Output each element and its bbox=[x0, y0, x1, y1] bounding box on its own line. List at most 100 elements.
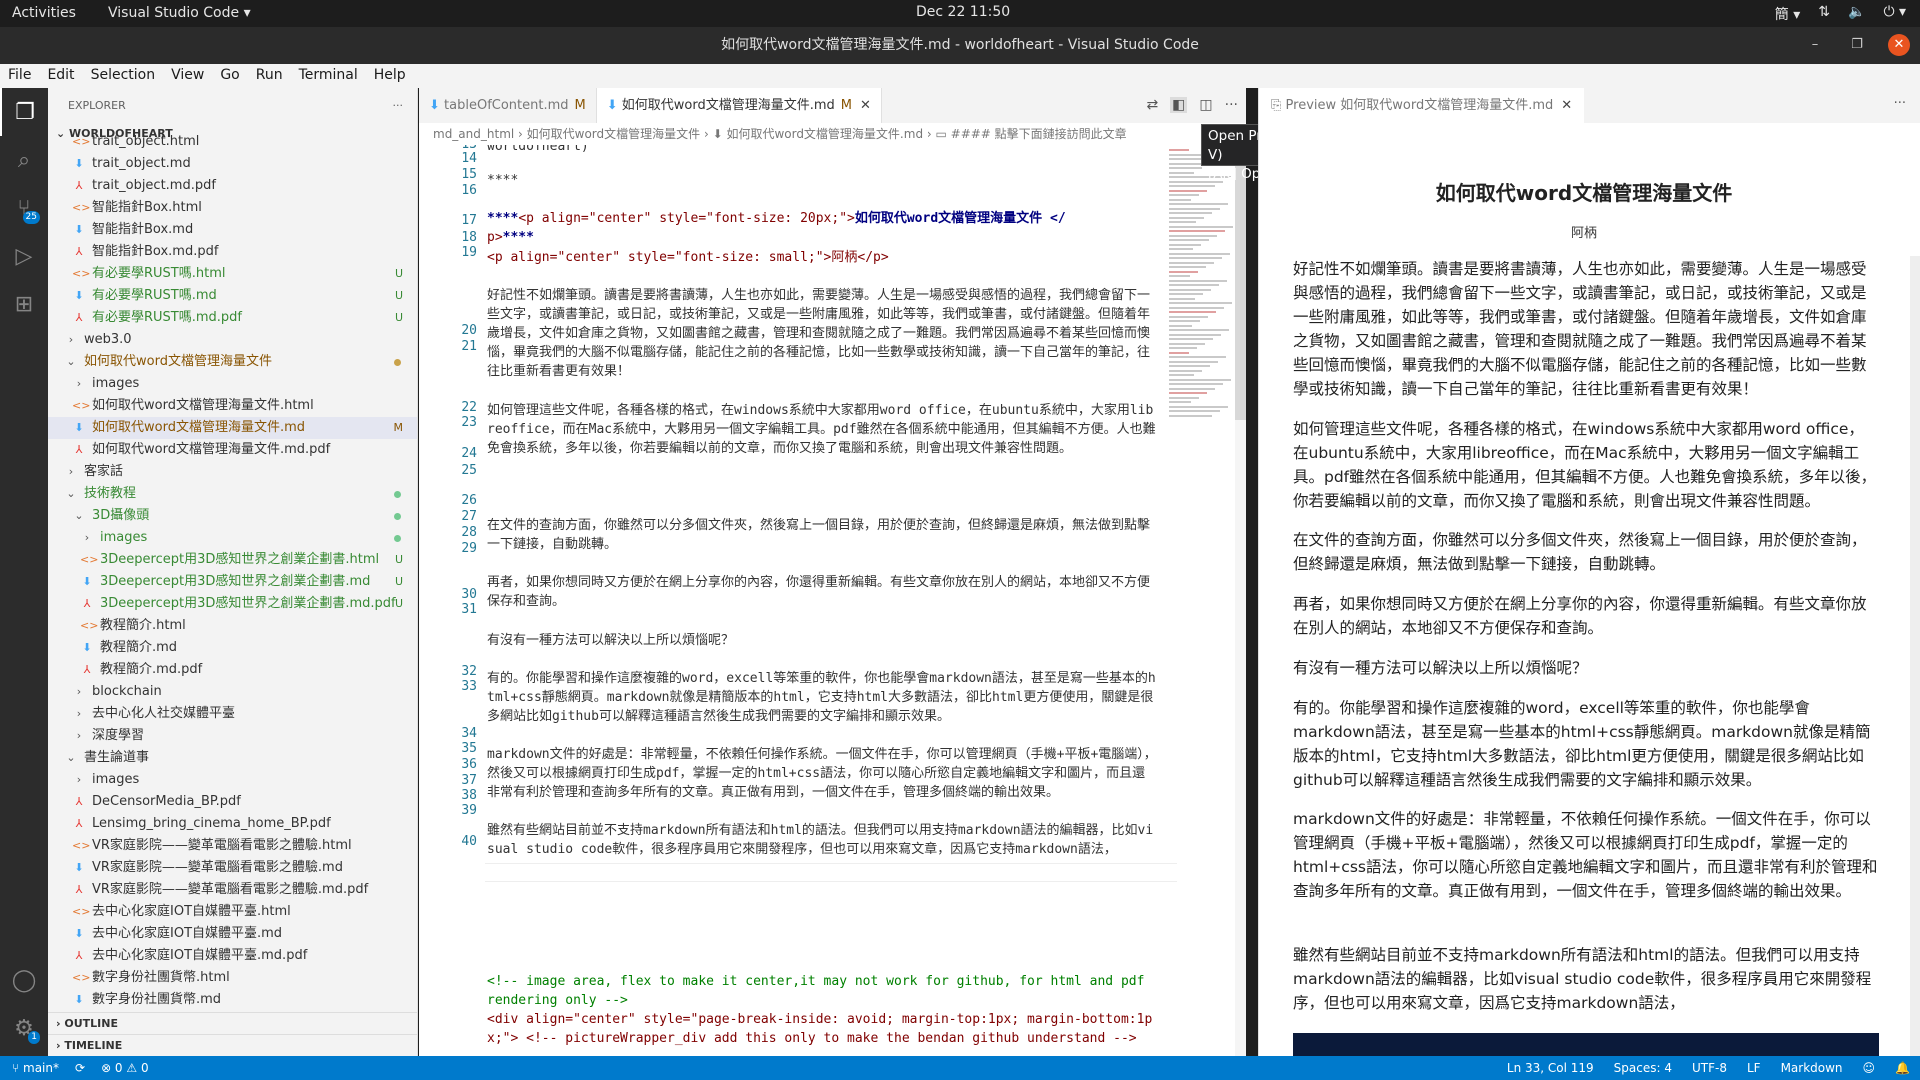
tree-folder[interactable]: › web3.0 bbox=[48, 329, 417, 351]
tree-file[interactable]: ⬇ 教程簡介.md bbox=[48, 637, 417, 659]
tree-file[interactable]: <> 去中心化家庭IOT自媒體平臺.html bbox=[48, 901, 417, 923]
outline-section[interactable]: › OUTLINE bbox=[48, 1012, 417, 1034]
encoding[interactable]: UTF-8 bbox=[1692, 1056, 1727, 1080]
notifications-icon[interactable]: 🔔 bbox=[1895, 1056, 1910, 1080]
editor-scrollbar[interactable] bbox=[1235, 145, 1246, 1056]
markdown-preview[interactable]: 如何取代word文檔管理海量文件 阿柄 好記性不如爛筆頭。讀書是要將書讀薄，人生… bbox=[1258, 123, 1920, 1056]
tree-file[interactable]: <> 教程簡介.html bbox=[48, 615, 417, 637]
tab-tableofcontent[interactable]: ⬇ tableOfContent.md M bbox=[419, 88, 597, 123]
activities-button[interactable]: Activities bbox=[12, 5, 76, 21]
tree-folder[interactable]: › images bbox=[48, 527, 417, 549]
tab-preview[interactable]: ⎘ Preview 如何取代word文檔管理海量文件.md ✕ bbox=[1259, 88, 1585, 123]
tree-file[interactable]: <> 數字身份社團貨幣.html bbox=[48, 967, 417, 989]
preview-tab-close-icon[interactable]: ✕ bbox=[1561, 98, 1572, 113]
menu-go[interactable]: Go bbox=[212, 64, 247, 88]
search-icon[interactable]: ⌕ bbox=[0, 136, 48, 184]
tree-file[interactable]: ⅄ VR家庭影院——變革電腦看電影之體驗.md.pdf bbox=[48, 879, 417, 901]
feedback-icon[interactable]: ☺ bbox=[1863, 1056, 1876, 1080]
tree-file[interactable]: ⬇ 如何取代word文檔管理海量文件.md M bbox=[48, 417, 417, 439]
tree-folder[interactable]: › images bbox=[48, 769, 417, 791]
tree-file[interactable]: <> 如何取代word文檔管理海量文件.html bbox=[48, 395, 417, 417]
menu-view[interactable]: View bbox=[163, 64, 212, 88]
problems-indicator[interactable]: ⊗ 0 ⚠ 0 bbox=[101, 1056, 149, 1080]
cursor-position[interactable]: Ln 33, Col 119 bbox=[1507, 1056, 1594, 1080]
tree-file[interactable]: <> 3Deepercept用3D感知世界之創業企劃書.html U bbox=[48, 549, 417, 571]
explorer-more-icon[interactable]: ··· bbox=[393, 88, 404, 123]
tree-file[interactable]: ⬇ trait_object.md bbox=[48, 153, 417, 175]
sync-icon[interactable]: ⟳ bbox=[75, 1056, 85, 1080]
menu-help[interactable]: Help bbox=[366, 64, 414, 88]
tree-file[interactable]: ⬇ 數字身份社團貨幣.md bbox=[48, 989, 417, 1011]
menu-terminal[interactable]: Terminal bbox=[291, 64, 366, 88]
tree-file[interactable]: ⬇ VR家庭影院——變革電腦看電影之體驗.md bbox=[48, 857, 417, 879]
preview-scrollbar[interactable] bbox=[1910, 256, 1920, 1056]
account-icon[interactable]: ◯ bbox=[0, 956, 48, 1004]
code-editor[interactable]: 1314151617181920212223242526272829303132… bbox=[419, 145, 1246, 1056]
tree-file[interactable]: ⅄ DeCensorMedia_BP.pdf bbox=[48, 791, 417, 813]
breadcrumb[interactable]: md_and_html › 如何取代word文檔管理海量文件 › ⬇ 如何取代w… bbox=[419, 123, 1246, 145]
minimap-line bbox=[1169, 378, 1231, 381]
input-method-indicator[interactable]: 簡 ▾ bbox=[1775, 4, 1800, 24]
tree-file[interactable]: ⅄ 有必要學RUST嗎.md.pdf U bbox=[48, 307, 417, 329]
tree-file[interactable]: ⅄ 教程簡介.md.pdf bbox=[48, 659, 417, 681]
run-debug-icon[interactable]: ▷ bbox=[0, 232, 48, 280]
tree-folder[interactable]: ⌄ 3D攝像頭 bbox=[48, 505, 417, 527]
tree-file[interactable]: ⬇ 有必要學RUST嗎.md U bbox=[48, 285, 417, 307]
more-actions-icon[interactable]: ··· bbox=[1225, 97, 1238, 113]
branch-indicator[interactable]: ⑂ main* bbox=[12, 1056, 59, 1080]
tree-file[interactable]: <> trait_object.html bbox=[48, 131, 417, 153]
tree-file[interactable]: ⅄ 3Deepercept用3D感知世界之創業企劃書.md.pdf U bbox=[48, 593, 417, 615]
minimap-line bbox=[1169, 167, 1202, 169]
open-preview-side-icon[interactable]: ◧ bbox=[1170, 97, 1188, 113]
tree-folder[interactable]: › images bbox=[48, 373, 417, 395]
end-of-line[interactable]: LF bbox=[1747, 1056, 1761, 1080]
tree-folder[interactable]: ⌄ 書生論道事 bbox=[48, 747, 417, 769]
tree-folder[interactable]: › 去中心化人社交媒體平臺 bbox=[48, 703, 417, 725]
menu-file[interactable]: File bbox=[0, 64, 39, 88]
maximize-icon[interactable]: ❐ bbox=[1846, 34, 1868, 56]
app-menu[interactable]: Visual Studio Code ▾ bbox=[108, 5, 251, 21]
tree-file[interactable]: ⬇ 3Deepercept用3D感知世界之創業企劃書.md U bbox=[48, 571, 417, 593]
tree-folder[interactable]: › blockchain bbox=[48, 681, 417, 703]
close-window-icon[interactable]: ✕ bbox=[1888, 34, 1910, 56]
tree-file[interactable]: ⅄ 如何取代word文檔管理海量文件.md.pdf bbox=[48, 439, 417, 461]
extensions-icon[interactable]: ⊞ bbox=[0, 280, 48, 328]
tree-file[interactable]: ⅄ Lensimg_bring_cinema_home_BP.pdf bbox=[48, 813, 417, 835]
tree-folder[interactable]: ⌄ 技術教程 bbox=[48, 483, 417, 505]
tree-file[interactable]: ⅄ 去中心化家庭IOT自媒體平臺.md.pdf bbox=[48, 945, 417, 967]
editor-scrollbar-thumb[interactable] bbox=[1235, 145, 1246, 420]
minimap-line bbox=[1169, 216, 1204, 219]
network-icon[interactable]: ⇅ bbox=[1818, 4, 1830, 24]
clock[interactable]: Dec 22 11:50 bbox=[916, 4, 1010, 20]
source-control-icon[interactable]: ⑂ 25 bbox=[0, 184, 48, 232]
menu-run[interactable]: Run bbox=[248, 64, 291, 88]
open-changes-icon[interactable]: ⇄ bbox=[1146, 97, 1158, 113]
timeline-section[interactable]: › TIMELINE bbox=[48, 1034, 417, 1056]
menu-edit[interactable]: Edit bbox=[39, 64, 82, 88]
system-tray[interactable]: 簡 ▾ ⇅ 🔈 ⏻ ▾ bbox=[1775, 4, 1906, 24]
minimize-icon[interactable]: – bbox=[1804, 34, 1826, 56]
tree-item-label: 去中心化人社交媒體平臺 bbox=[92, 706, 236, 721]
minimap[interactable] bbox=[1163, 145, 1233, 435]
indentation[interactable]: Spaces: 4 bbox=[1614, 1056, 1672, 1080]
tree-file[interactable]: ⅄ 智能指針Box.md.pdf bbox=[48, 241, 417, 263]
power-icon[interactable]: ⏻ ▾ bbox=[1883, 4, 1906, 24]
tab-close-icon[interactable]: ✕ bbox=[860, 98, 871, 113]
tree-folder[interactable]: › 深度學習 bbox=[48, 725, 417, 747]
menu-selection[interactable]: Selection bbox=[83, 64, 164, 88]
tree-file[interactable]: ⬇ 去中心化家庭IOT自媒體平臺.md bbox=[48, 923, 417, 945]
tree-folder[interactable]: ⌄ 如何取代word文檔管理海量文件 bbox=[48, 351, 417, 373]
split-editor-icon[interactable]: ◫ bbox=[1199, 97, 1212, 113]
tab-current-file[interactable]: ⬇ 如何取代word文檔管理海量文件.md M ✕ bbox=[596, 88, 882, 123]
language-mode[interactable]: Markdown bbox=[1781, 1056, 1843, 1080]
volume-icon[interactable]: 🔈 bbox=[1848, 4, 1865, 24]
preview-more-icon[interactable]: ··· bbox=[1894, 96, 1906, 111]
tree-folder[interactable]: › 客家話 bbox=[48, 461, 417, 483]
tree-file[interactable]: ⅄ trait_object.md.pdf bbox=[48, 175, 417, 197]
tree-file[interactable]: <> 智能指針Box.html bbox=[48, 197, 417, 219]
explorer-icon[interactable]: ❐ bbox=[0, 88, 48, 136]
tree-file[interactable]: <> 有必要學RUST嗎.html U bbox=[48, 263, 417, 285]
tree-file[interactable]: <> VR家庭影院——變革電腦看電影之體驗.html bbox=[48, 835, 417, 857]
tree-file[interactable]: ⬇ 智能指針Box.md bbox=[48, 219, 417, 241]
settings-gear-icon[interactable]: ⚙ 1 bbox=[0, 1004, 48, 1052]
